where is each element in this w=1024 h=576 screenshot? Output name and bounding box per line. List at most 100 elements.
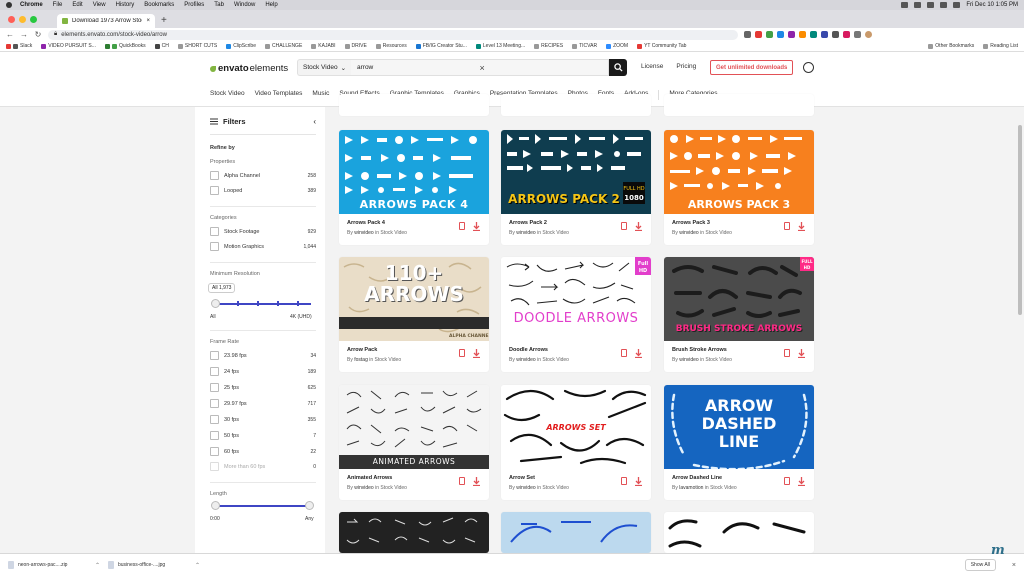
bookmark-icon[interactable] [459, 222, 465, 230]
bookmark-item[interactable]: RECIPES [534, 43, 563, 49]
bookmark-item[interactable]: ClipScribe [226, 43, 256, 49]
result-card-arrow-pack[interactable]: ALPHA CHANNEL 110+ ARROWS Arrow Pack By … [339, 257, 489, 372]
puzzle-icon[interactable] [854, 31, 861, 38]
extension-icon[interactable] [821, 31, 828, 38]
result-card-arrow-set[interactable]: ARROWS SET Arrow Set By winvideo in Stoc… [501, 385, 651, 500]
apple-icon[interactable] [6, 2, 12, 8]
card-author[interactable]: winvideo [516, 230, 535, 236]
result-card-partial[interactable] [339, 512, 489, 553]
filter-alpha-channel[interactable]: Alpha Channel 258 [210, 171, 316, 180]
profile-avatar[interactable] [865, 31, 872, 38]
checkbox[interactable] [210, 383, 219, 392]
bookmark-item[interactable]: Level 13 Meeting... [475, 43, 525, 49]
extension-icon[interactable] [755, 31, 762, 38]
close-downloads-icon[interactable]: × [1012, 562, 1016, 569]
result-card-partial[interactable] [501, 94, 651, 116]
extension-icon[interactable] [799, 31, 806, 38]
download-item[interactable]: business-office-....jpg ⌃ [108, 561, 208, 569]
download-icon[interactable] [635, 222, 642, 231]
filter-stock-footage[interactable]: Stock Footage 929 [210, 227, 316, 236]
new-tab-button[interactable]: + [161, 14, 167, 28]
browser-tab[interactable]: Download 1973 Arrow Stock V... × [57, 14, 155, 28]
chevron-up-icon[interactable]: ⌃ [195, 562, 200, 569]
filter-fps-30[interactable]: 30 fps 355 [210, 415, 316, 424]
card-author[interactable]: winvideo [516, 485, 535, 491]
checkbox[interactable] [210, 431, 219, 440]
extension-icon[interactable] [744, 31, 751, 38]
card-title[interactable]: Arrows Pack 4 [347, 220, 385, 226]
checkbox[interactable] [210, 186, 219, 195]
search-button[interactable] [609, 59, 627, 76]
filter-fps-24[interactable]: 24 fps 189 [210, 367, 316, 376]
checkbox[interactable] [210, 171, 219, 180]
bookmark-icon[interactable] [784, 349, 790, 357]
card-thumbnail[interactable]: ALPHA CHANNEL 110+ ARROWS [339, 257, 489, 341]
filter-fps-50[interactable]: 50 fps 7 [210, 431, 316, 440]
download-icon[interactable] [473, 222, 480, 231]
bookmark-icon[interactable] [459, 349, 465, 357]
wifi-icon[interactable] [940, 2, 948, 8]
bookmark-item[interactable]: FB/IG Creator Stu... [415, 43, 467, 49]
address-bar[interactable]: 🔒︎ elements.envato.com/stock-video/arrow [48, 29, 738, 40]
bookmark-icon[interactable] [784, 477, 790, 485]
search-scope-dropdown[interactable]: Stock Video ⌄ [297, 59, 351, 76]
resolution-slider-handle[interactable] [211, 299, 220, 308]
result-card-doodle-arrows[interactable]: Full HD DOODLE ARROWS Doodle Arrows By w… [501, 257, 651, 372]
card-title[interactable]: Animated Arrows [347, 475, 392, 481]
bookmark-item[interactable]: QuickBooks [104, 43, 146, 49]
bookmark-item[interactable]: VIDEO PURSUIT S... [41, 43, 96, 49]
card-thumbnail[interactable]: ARROW DASHED LINE [664, 385, 814, 469]
extension-icon[interactable] [832, 31, 839, 38]
bookmark-item[interactable]: YT Community Tab [637, 43, 686, 49]
result-card-partial[interactable] [339, 94, 489, 116]
bookmark-icon[interactable] [621, 477, 627, 485]
bookmark-item[interactable]: SHORT CUTS [177, 43, 217, 49]
scrollbar-thumb[interactable] [1018, 125, 1022, 315]
menu-history[interactable]: History [116, 2, 135, 8]
page-scrollbar[interactable] [1015, 107, 1024, 553]
other-bookmarks[interactable]: Other Bookmarks [928, 43, 974, 49]
extension-icon[interactable] [788, 31, 795, 38]
bookmark-item[interactable]: Slack [6, 43, 32, 49]
menu-view[interactable]: View [93, 2, 106, 8]
download-icon[interactable] [635, 477, 642, 486]
result-card-arrows-pack-3[interactable]: ARROWS PACK 3 Arrows Pack 3 By winvideo … [664, 130, 814, 245]
menu-profiles[interactable]: Profiles [184, 2, 204, 8]
result-card-arrows-pack-4[interactable]: ARROWS PACK 4 Arrows Pack 4 By winvideo … [339, 130, 489, 245]
result-card-arrows-pack-2[interactable]: FULL HD 1080 ARROWS PACK 2 Arrows Pack 2… [501, 130, 651, 245]
bookmark-item[interactable]: TICVAR [572, 43, 597, 49]
tray-icon[interactable] [927, 2, 935, 8]
menu-file[interactable]: File [53, 2, 63, 8]
menu-window[interactable]: Window [234, 2, 255, 8]
bookmark-item[interactable]: Resources [375, 43, 407, 49]
bookmark-item[interactable]: ZOOM [606, 43, 628, 49]
bookmark-item[interactable]: DRIVE [344, 43, 367, 49]
card-author[interactable]: winvideo [679, 357, 698, 363]
clear-search-icon[interactable]: × [480, 63, 603, 73]
search-input[interactable]: arrow × [351, 59, 609, 76]
bookmark-icon[interactable] [621, 222, 627, 230]
card-thumbnail[interactable]: FULL HD BRUSH STROKE ARROWS [664, 257, 814, 341]
account-icon[interactable] [803, 62, 814, 73]
reload-icon[interactable]: ↻ [34, 30, 42, 39]
checkbox[interactable] [210, 447, 219, 456]
extension-icon[interactable] [810, 31, 817, 38]
tray-icon[interactable] [901, 2, 909, 8]
card-author[interactable]: winvideo [354, 485, 373, 491]
extension-icon[interactable] [766, 31, 773, 38]
result-card-arrow-dashed-line[interactable]: ARROW DASHED LINE Arrow Dashed Line By l… [664, 385, 814, 500]
forward-icon[interactable]: → [20, 30, 28, 39]
filter-fps-23-98[interactable]: 23.98 fps 34 [210, 351, 316, 360]
extension-icon[interactable] [843, 31, 850, 38]
url-text[interactable]: elements.envato.com/stock-video/arrow [61, 32, 167, 38]
minimize-window-button[interactable] [19, 15, 26, 23]
download-icon[interactable] [473, 349, 480, 358]
bookmark-item[interactable]: CHALLENGE [264, 43, 302, 49]
card-thumbnail[interactable]: FULL HD 1080 ARROWS PACK 2 [501, 130, 651, 214]
result-card-partial[interactable] [664, 512, 814, 553]
card-thumbnail[interactable]: ARROWS SET [501, 385, 651, 469]
back-icon[interactable]: ← [6, 30, 14, 39]
extension-icon[interactable] [777, 31, 784, 38]
menu-tab[interactable]: Tab [214, 2, 224, 8]
card-title[interactable]: Arrow Dashed Line [672, 475, 722, 481]
